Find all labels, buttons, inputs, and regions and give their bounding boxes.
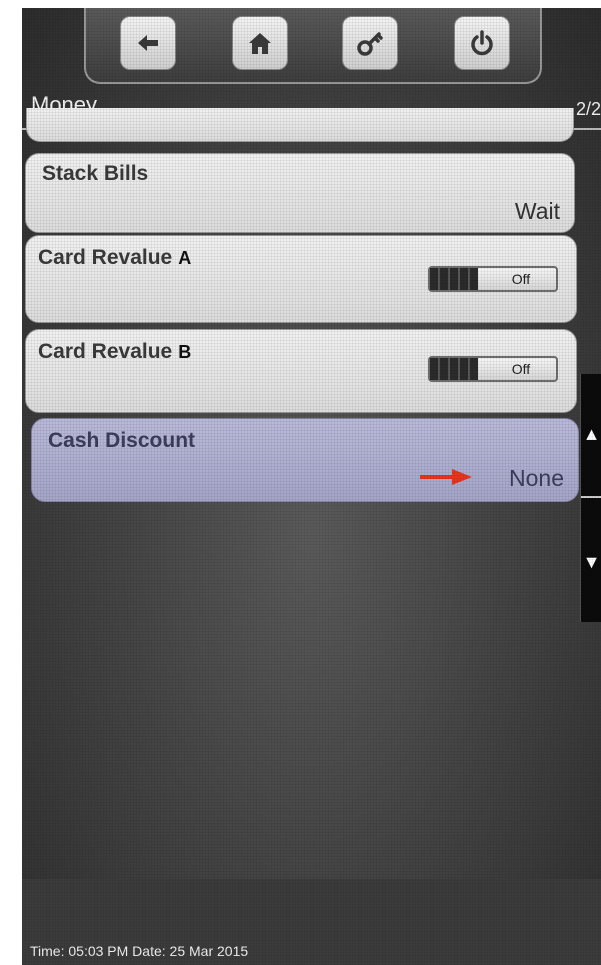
setting-label: Stack Bills	[42, 162, 149, 185]
setting-row-card-revalue-b[interactable]: Card Revalue B Off	[25, 329, 577, 413]
toggle-knob	[430, 358, 478, 380]
setting-row-cash-discount[interactable]: Cash Discount None	[31, 418, 579, 502]
setting-row-stack-bills[interactable]: Stack Bills Wait	[25, 153, 575, 233]
device-screen: Money 2/2 Stack Bills Wait Card Revalue A…	[22, 8, 601, 965]
scroll-down-button[interactable]: ▼	[581, 542, 601, 582]
power-icon	[471, 30, 493, 56]
home-button[interactable]	[232, 16, 288, 70]
toggle-state: Off	[511, 271, 531, 287]
top-toolbar	[84, 8, 542, 84]
scroll-up-icon: ▲	[582, 424, 601, 444]
key-icon	[357, 32, 383, 56]
power-button[interactable]	[454, 16, 510, 70]
home-icon	[249, 33, 271, 54]
toggle-knob	[430, 268, 478, 290]
toggle-state: Off	[511, 361, 531, 377]
toggle-switch-b[interactable]: Off	[428, 356, 558, 382]
setting-row-card-revalue-a[interactable]: Card Revalue A Off	[25, 235, 577, 323]
key-button[interactable]	[342, 16, 398, 70]
toggle-switch-a[interactable]: Off	[428, 266, 558, 292]
setting-label: Card Revalue B	[38, 340, 192, 363]
previous-row-partial	[26, 108, 574, 142]
scroll-divider	[581, 496, 601, 498]
arrow-left-icon	[138, 35, 158, 51]
setting-label: Cash Discount	[48, 429, 196, 452]
back-button[interactable]	[120, 16, 176, 70]
scroll-panel: ▲ ▼	[580, 374, 601, 622]
status-bar: Time: 05:03 PM Date: 25 Mar 2015	[22, 879, 601, 965]
setting-value: Wait	[514, 198, 560, 224]
setting-label: Card Revalue A	[38, 246, 192, 269]
datetime-status: Time: 05:03 PM Date: 25 Mar 2015	[30, 943, 249, 959]
scroll-down-icon: ▼	[582, 552, 601, 572]
setting-value: None	[509, 465, 564, 491]
page-indicator: 2/2	[575, 99, 601, 119]
scroll-up-button[interactable]: ▲	[581, 414, 601, 454]
arrow-right-icon	[420, 469, 472, 485]
